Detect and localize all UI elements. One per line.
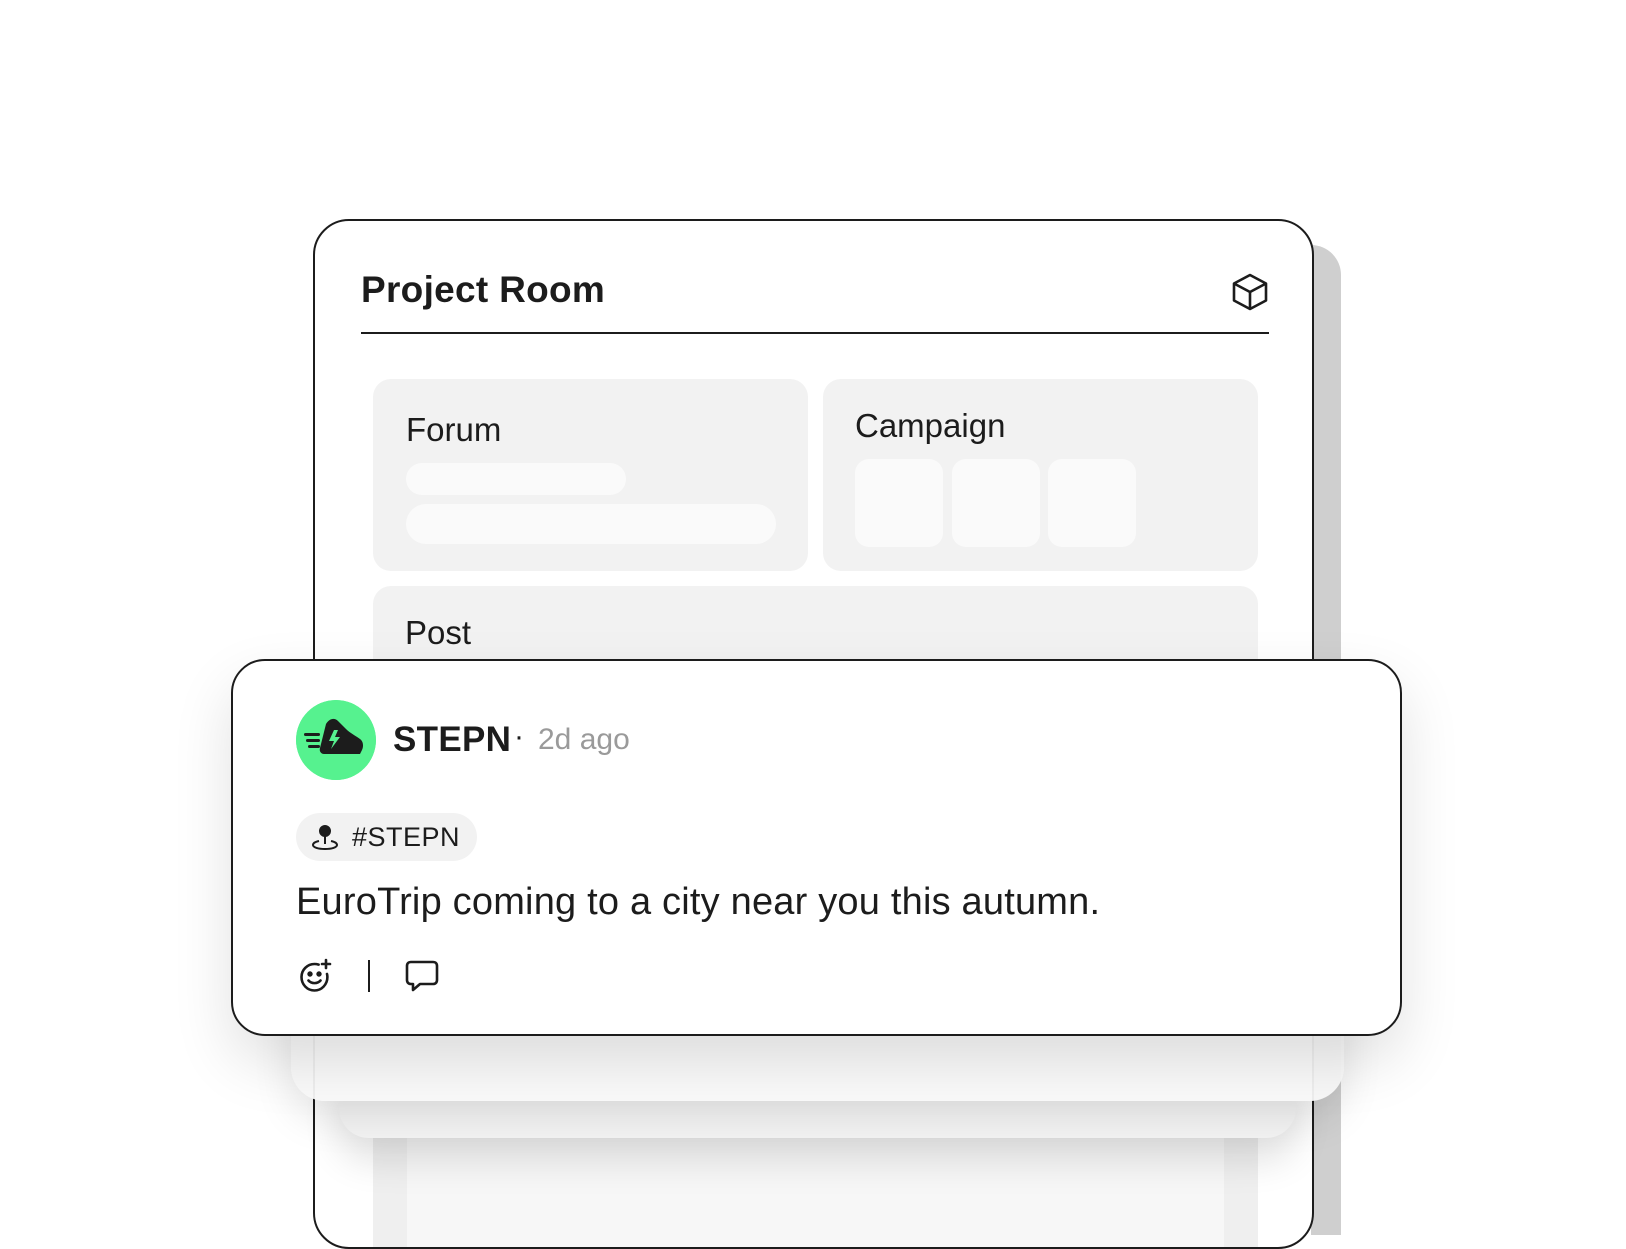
forum-placeholder-line (406, 504, 776, 544)
location-pin-icon (311, 825, 339, 851)
campaign-placeholder-tile (855, 459, 943, 547)
comment-icon[interactable] (403, 957, 441, 995)
action-divider (368, 960, 370, 992)
campaign-placeholder-tile (1048, 459, 1136, 547)
post-timestamp: 2d ago (538, 723, 630, 756)
post-label: Post (405, 614, 472, 651)
forum-panel[interactable]: Forum (373, 379, 808, 571)
author-name[interactable]: STEPN (393, 720, 511, 760)
post-card[interactable]: STEPN · 2d ago #STEPN EuroTrip coming to… (231, 659, 1402, 1036)
forum-placeholder-line (406, 463, 626, 495)
meta-separator: · (514, 720, 524, 753)
sneaker-logo-icon[interactable] (296, 700, 376, 780)
add-reaction-icon[interactable] (296, 957, 334, 995)
tag-label: #STEPN (352, 821, 461, 852)
cube-icon[interactable] (1229, 271, 1271, 313)
tag-chip[interactable]: #STEPN (296, 813, 478, 861)
post-body: EuroTrip coming to a city near you this … (296, 881, 1101, 923)
forum-label: Forum (406, 411, 502, 448)
title-divider (361, 332, 1269, 334)
campaign-placeholder-tile (952, 459, 1040, 547)
page-title: Project Room (361, 269, 606, 310)
campaign-panel[interactable]: Campaign (823, 379, 1258, 571)
campaign-label: Campaign (855, 407, 1006, 444)
